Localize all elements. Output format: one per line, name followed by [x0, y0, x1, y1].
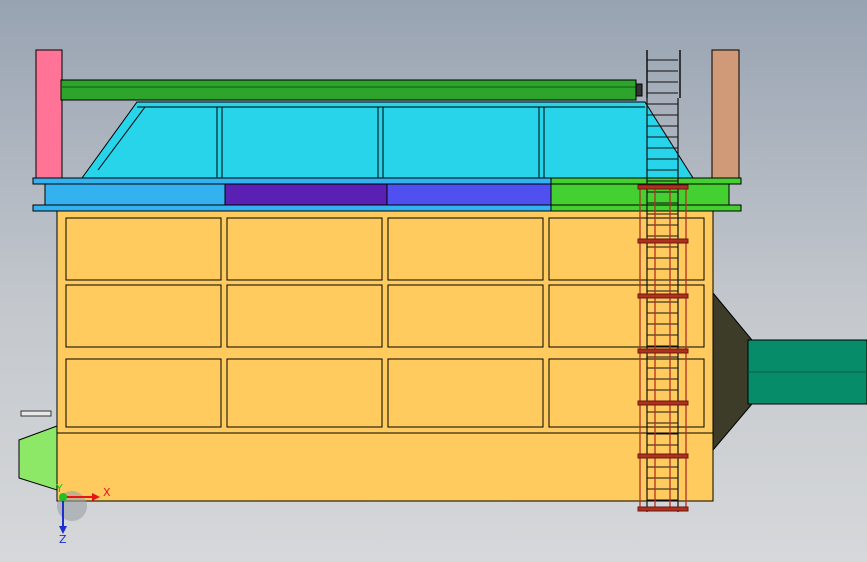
- cage-hoop: [637, 348, 689, 354]
- cage-hoop: [637, 400, 689, 406]
- segment-3[interactable]: [386, 183, 552, 206]
- cad-viewport[interactable]: X Y Z: [0, 0, 867, 562]
- cage-hoop: [637, 453, 689, 459]
- segment-1[interactable]: [44, 183, 226, 206]
- cage-hoop: [637, 238, 689, 244]
- segment-4-flange-top: [550, 177, 742, 185]
- outlet-cone[interactable]: [712, 291, 753, 452]
- cad-model-view[interactable]: X Y Z: [0, 0, 867, 562]
- cage-hoop: [637, 506, 689, 512]
- top-beam[interactable]: [60, 79, 637, 101]
- body-shell[interactable]: [56, 210, 714, 502]
- top-beam-end: [635, 83, 643, 97]
- y-axis-label: Y: [55, 482, 63, 495]
- x-axis-label: X: [103, 486, 111, 499]
- cage-hoop: [637, 293, 689, 299]
- hood[interactable]: [81, 101, 694, 179]
- segment-4-flange-bottom: [550, 204, 742, 212]
- inlet-nozzle[interactable]: [20, 410, 52, 417]
- z-axis-label: Z: [59, 533, 67, 546]
- left-post[interactable]: [35, 49, 63, 179]
- inlet-cone[interactable]: [18, 425, 58, 491]
- segment-2[interactable]: [224, 183, 388, 206]
- right-post[interactable]: [711, 49, 740, 179]
- cage-hoop: [637, 184, 689, 190]
